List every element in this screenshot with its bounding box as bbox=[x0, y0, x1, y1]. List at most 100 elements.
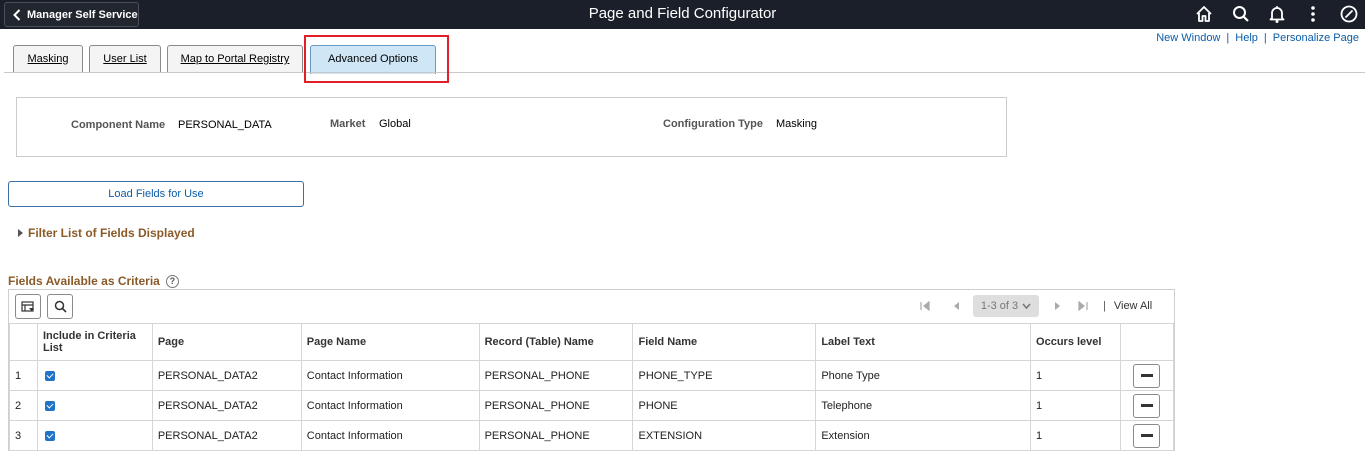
previous-page-icon[interactable] bbox=[951, 300, 961, 312]
configuration-type-value: Masking bbox=[776, 118, 817, 130]
grid-title-text: Fields Available as Criteria bbox=[8, 274, 160, 288]
grid-settings-icon bbox=[21, 300, 34, 312]
filter-section-label: Filter List of Fields Displayed bbox=[28, 226, 195, 240]
delete-column-header bbox=[1119, 323, 1175, 361]
field-name-cell: PHONE bbox=[632, 390, 817, 421]
search-icon bbox=[54, 300, 67, 313]
component-name-value: PERSONAL_DATA bbox=[178, 119, 272, 131]
market-label: Market bbox=[330, 118, 366, 130]
page-title: Page and Field Configurator bbox=[588, 5, 777, 22]
tab-masking[interactable]: Masking bbox=[13, 45, 83, 73]
link-separator: | bbox=[1263, 32, 1267, 44]
top-banner: Manager Self Service Page and Field Conf… bbox=[0, 0, 1365, 29]
grid-title: Fields Available as Criteria ? bbox=[8, 274, 179, 288]
row-number: 1 bbox=[9, 360, 38, 391]
table-row: 1 PERSONAL_DATA2 Contact Information PER… bbox=[9, 360, 1175, 391]
page-name-cell: Contact Information bbox=[300, 390, 480, 421]
record-cell: PERSONAL_PHONE bbox=[478, 390, 634, 421]
include-checkbox[interactable] bbox=[44, 430, 55, 441]
personalize-grid-button[interactable] bbox=[15, 294, 41, 319]
next-page-icon[interactable] bbox=[1053, 300, 1063, 312]
delete-row-button[interactable] bbox=[1133, 393, 1161, 418]
delete-cell bbox=[1119, 420, 1175, 451]
label-text-header: Label Text bbox=[815, 323, 1032, 361]
page-header: Page bbox=[151, 323, 302, 361]
help-icon[interactable]: ? bbox=[165, 274, 179, 288]
tab-user-list[interactable]: User List bbox=[89, 45, 161, 73]
configuration-type-label: Configuration Type bbox=[663, 118, 764, 130]
page-cell: PERSONAL_DATA2 bbox=[151, 390, 302, 421]
page-links: New Window | Help | Personalize Page bbox=[1156, 32, 1359, 44]
include-checkbox[interactable] bbox=[44, 400, 55, 411]
field-name-cell: PHONE_TYPE bbox=[632, 360, 817, 391]
label-text-cell: Extension bbox=[815, 420, 1032, 451]
delete-row-button[interactable] bbox=[1133, 423, 1161, 448]
page-name-cell: Contact Information bbox=[300, 360, 480, 391]
occurs-level-header: Occurs level bbox=[1030, 323, 1121, 361]
page-range-value: 1-3 of 3 bbox=[980, 300, 1019, 312]
search-icon[interactable] bbox=[1231, 4, 1251, 24]
include-checkbox-cell bbox=[36, 420, 153, 451]
new-window-link[interactable]: New Window bbox=[1156, 32, 1220, 44]
table-row: 2 PERSONAL_DATA2 Contact Information PER… bbox=[9, 390, 1175, 421]
table-header-row: Include in Criteria List Page Page Name … bbox=[9, 323, 1175, 361]
tab-label: User List bbox=[103, 53, 147, 65]
delete-row-button[interactable] bbox=[1133, 363, 1161, 388]
record-name-header: Record (Table) Name bbox=[478, 323, 634, 361]
chevron-down-icon bbox=[1022, 303, 1031, 309]
minus-icon bbox=[1140, 434, 1153, 437]
tab-label: Masking bbox=[27, 53, 69, 65]
field-name-header: Field Name bbox=[632, 323, 817, 361]
record-cell: PERSONAL_PHONE bbox=[478, 420, 634, 451]
expand-triangle-icon bbox=[18, 229, 23, 237]
include-checkbox-cell bbox=[36, 390, 153, 421]
row-number: 3 bbox=[9, 420, 38, 451]
minus-icon bbox=[1140, 374, 1153, 377]
include-in-criteria-header: Include in Criteria List bbox=[36, 323, 153, 361]
last-page-icon[interactable] bbox=[1077, 300, 1089, 312]
fields-grid: 1-3 of 3 | View All Include in Criteria … bbox=[8, 289, 1175, 451]
help-link[interactable]: Help bbox=[1235, 32, 1258, 44]
market-value: Global bbox=[379, 118, 411, 130]
navbar-icon[interactable] bbox=[1339, 4, 1359, 24]
tab-label: Map to Portal Registry bbox=[180, 53, 290, 65]
grid-pager: 1-3 of 3 | View All bbox=[919, 295, 1152, 317]
page-cell: PERSONAL_DATA2 bbox=[151, 420, 302, 451]
occurs-level-cell: 1 bbox=[1030, 390, 1121, 421]
bell-icon[interactable] bbox=[1267, 4, 1287, 24]
row-number: 2 bbox=[9, 390, 38, 421]
delete-cell bbox=[1119, 390, 1175, 421]
tab-divider bbox=[4, 72, 1365, 73]
record-cell: PERSONAL_PHONE bbox=[478, 360, 634, 391]
table-row: 3 PERSONAL_DATA2 Contact Information PER… bbox=[9, 420, 1175, 451]
first-page-icon[interactable] bbox=[919, 300, 931, 312]
fields-table: Include in Criteria List Page Page Name … bbox=[9, 323, 1175, 451]
page-name-cell: Contact Information bbox=[300, 420, 480, 451]
component-name-label: Component Name bbox=[71, 119, 166, 131]
delete-cell bbox=[1119, 360, 1175, 391]
link-separator: | bbox=[1226, 32, 1230, 44]
field-name-cell: EXTENSION bbox=[632, 420, 817, 451]
personalize-page-link[interactable]: Personalize Page bbox=[1273, 32, 1359, 44]
minus-icon bbox=[1140, 404, 1153, 407]
occurs-level-cell: 1 bbox=[1030, 360, 1121, 391]
view-all-link[interactable]: View All bbox=[1114, 300, 1152, 312]
page-range-select[interactable]: 1-3 of 3 bbox=[973, 295, 1039, 317]
tab-map-to-portal-registry[interactable]: Map to Portal Registry bbox=[167, 45, 303, 73]
find-in-grid-button[interactable] bbox=[47, 294, 73, 319]
filter-section-toggle[interactable]: Filter List of Fields Displayed bbox=[18, 226, 195, 240]
actions-menu-icon[interactable] bbox=[1303, 4, 1323, 24]
label-text-cell: Phone Type bbox=[815, 360, 1032, 391]
row-number-header bbox=[9, 323, 38, 361]
page-cell: PERSONAL_DATA2 bbox=[151, 360, 302, 391]
include-checkbox[interactable] bbox=[44, 370, 55, 381]
occurs-level-cell: 1 bbox=[1030, 420, 1121, 451]
home-icon[interactable] bbox=[1194, 4, 1214, 24]
page-name-header: Page Name bbox=[300, 323, 480, 361]
load-fields-button[interactable]: Load Fields for Use bbox=[8, 181, 304, 207]
label-text-cell: Telephone bbox=[815, 390, 1032, 421]
include-checkbox-cell bbox=[36, 360, 153, 391]
pager-separator: | bbox=[1103, 300, 1106, 312]
component-info-panel: Component Name PERSONAL_DATA Market Glob… bbox=[16, 97, 1007, 157]
highlight-box bbox=[304, 35, 449, 83]
